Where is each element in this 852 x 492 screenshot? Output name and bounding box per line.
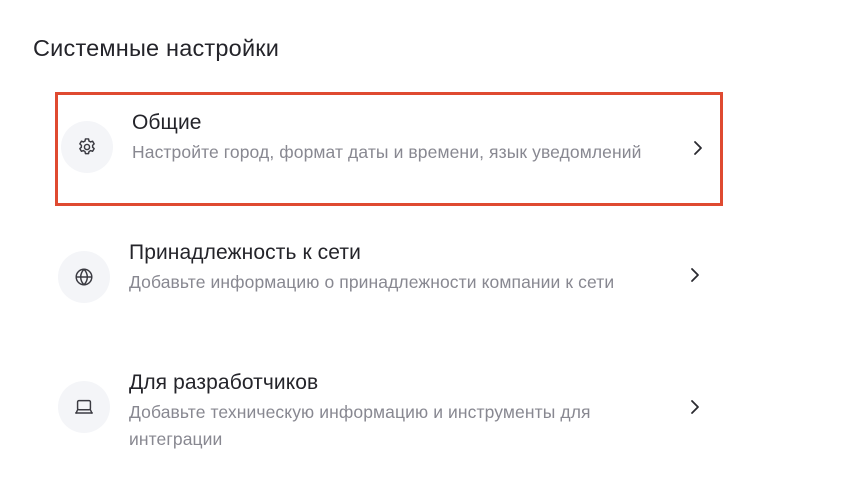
globe-icon xyxy=(75,268,93,286)
laptop-icon xyxy=(75,399,93,414)
settings-item-title: Принадлежность к сети xyxy=(129,241,361,264)
gear-icon xyxy=(79,138,95,155)
settings-item-description: Добавьте информацию о принадлежности ком… xyxy=(129,272,615,292)
chevron-right-icon xyxy=(691,138,705,158)
chevron-right-icon xyxy=(688,265,702,285)
settings-item-text: Для разработчиков Добавьте техническую и… xyxy=(129,370,669,453)
settings-item-text: Общие Настройте город, формат даты и вре… xyxy=(132,110,672,166)
settings-item-network[interactable]: Принадлежность к сети Добавьте информаци… xyxy=(55,222,723,336)
chevron-right-icon xyxy=(688,397,702,417)
globe-icon-container xyxy=(58,251,110,303)
settings-item-description: Настройте город, формат даты и времени, … xyxy=(132,142,642,162)
settings-item-general[interactable]: Общие Настройте город, формат даты и вре… xyxy=(55,92,723,206)
settings-item-title: Общие xyxy=(132,111,202,134)
gear-icon-container xyxy=(61,121,113,173)
settings-item-text: Принадлежность к сети Добавьте информаци… xyxy=(129,240,669,296)
settings-item-description: Добавьте техническую информацию и инстру… xyxy=(129,402,591,449)
settings-item-developers[interactable]: Для разработчиков Добавьте техническую и… xyxy=(55,352,723,466)
settings-item-title: Для разработчиков xyxy=(129,371,319,394)
laptop-icon-container xyxy=(58,381,110,433)
settings-list: Общие Настройте город, формат даты и вре… xyxy=(0,0,852,492)
